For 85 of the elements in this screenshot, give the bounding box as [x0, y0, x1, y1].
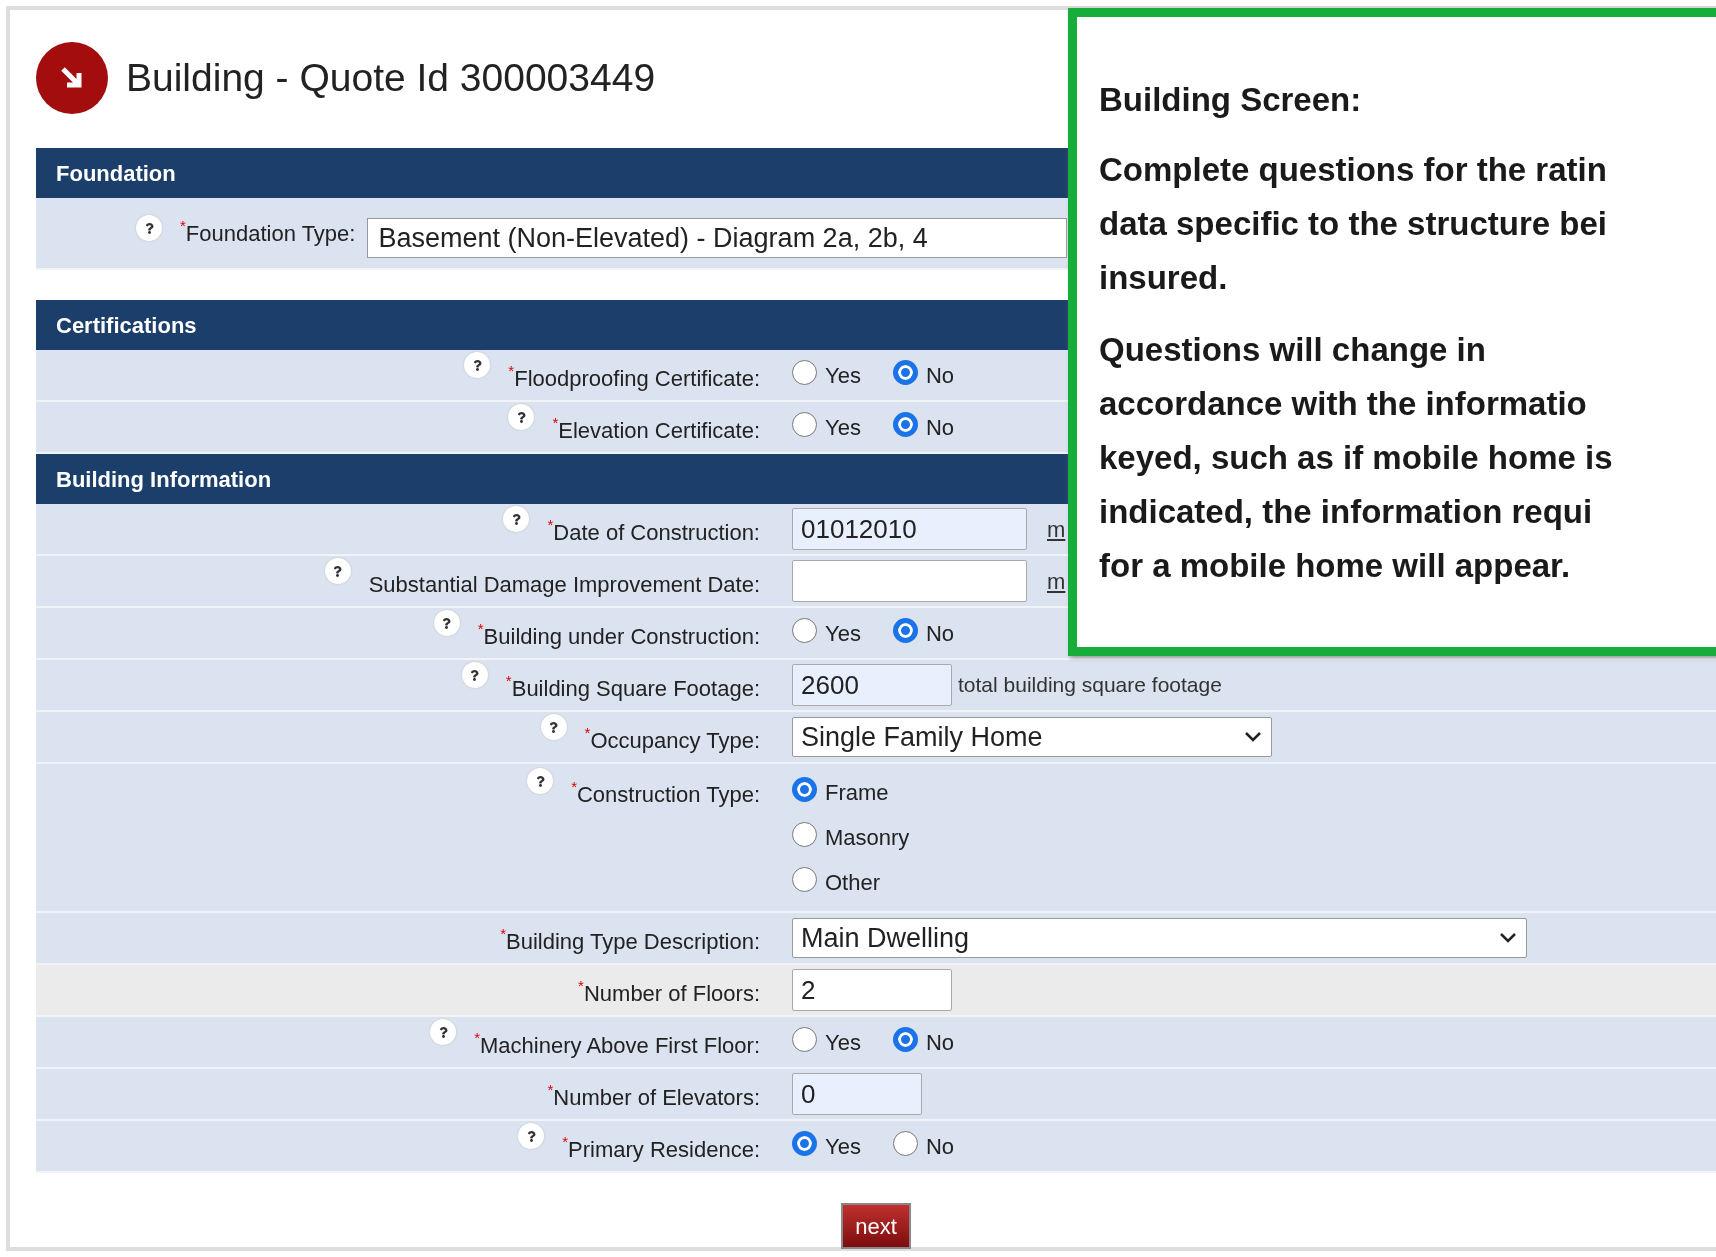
chevron-down-icon — [1243, 730, 1263, 744]
radio-button[interactable] — [892, 359, 918, 385]
field-label: Foundation Type: — [185, 219, 356, 248]
callout-heading: Building Screen: — [1099, 80, 1363, 120]
field-label: Substantial Damage Improvement Date: — [368, 571, 760, 599]
field-label: Date of Construction: — [553, 519, 760, 547]
dropdown[interactable]: Main Dwelling — [792, 918, 1527, 958]
required-mark: * — [562, 1133, 569, 1150]
radio-label: No — [925, 1028, 954, 1057]
text-field[interactable] — [792, 560, 1027, 602]
radio-label: Frame — [825, 779, 889, 807]
field-label: Building under Construction: — [483, 623, 760, 651]
help-icon[interactable] — [503, 506, 530, 532]
radio-button[interactable] — [792, 617, 817, 643]
required-mark: * — [584, 724, 591, 742]
next-button[interactable]: next — [841, 1203, 911, 1249]
page-title: Building - Quote Id 300003449 — [126, 54, 656, 101]
text-field[interactable]: 01012010 — [792, 508, 1027, 550]
field-label: Building Type Description: — [506, 928, 760, 956]
date-format-link[interactable]: m — [1047, 512, 1066, 546]
required-mark: * — [552, 414, 559, 431]
help-icon[interactable] — [430, 1019, 457, 1045]
radio-label: Yes — [825, 619, 861, 648]
radio-button[interactable] — [792, 1130, 817, 1156]
radio-button[interactable] — [892, 1130, 918, 1156]
help-icon[interactable] — [518, 1123, 545, 1149]
radio-button[interactable] — [792, 777, 817, 802]
required-mark: * — [505, 672, 512, 690]
field-label: Construction Type: — [576, 781, 760, 809]
required-mark: * — [477, 620, 484, 638]
field-label: Number of Floors: — [583, 980, 760, 1008]
field-note: total building square footage — [958, 672, 1222, 699]
radio-label: Other — [825, 869, 881, 897]
field-label: Primary Residence: — [568, 1136, 760, 1164]
help-icon[interactable] — [136, 215, 162, 241]
text-field[interactable]: 2600 — [792, 664, 952, 706]
radio-label: Yes — [825, 1028, 861, 1057]
help-icon[interactable] — [527, 768, 554, 794]
radio-label: No — [925, 413, 954, 442]
help-icon[interactable] — [324, 558, 351, 584]
required-mark: * — [500, 925, 507, 942]
help-icon[interactable] — [464, 352, 491, 378]
callout-text: Complete questions for the ratin — [1099, 149, 1608, 190]
radio-label: No — [925, 361, 954, 390]
radio-label: No — [925, 619, 954, 648]
dropdown[interactable]: Single Family Home — [792, 717, 1272, 757]
radio-label: Yes — [825, 413, 861, 442]
radio-button[interactable] — [892, 1026, 918, 1052]
required-mark: * — [547, 1081, 554, 1098]
required-mark: * — [474, 1029, 480, 1046]
radio-button[interactable] — [792, 411, 817, 437]
radio-button[interactable] — [792, 867, 817, 892]
field-label: Building Square Footage: — [511, 675, 760, 703]
callout-text: insured. — [1099, 257, 1229, 298]
date-format-link[interactable]: m — [1047, 564, 1066, 598]
required-mark: * — [578, 977, 584, 994]
radio-label: Yes — [825, 361, 861, 390]
help-icon[interactable] — [540, 714, 567, 740]
help-icon[interactable] — [508, 404, 535, 430]
field-label: Number of Elevators: — [553, 1084, 760, 1112]
radio-button[interactable] — [892, 411, 918, 437]
radio-button[interactable] — [792, 1026, 817, 1052]
radio-label: Yes — [825, 1132, 861, 1161]
help-icon[interactable] — [461, 662, 488, 688]
field-label: Floodproofing Certificate: — [514, 365, 760, 393]
required-mark: * — [547, 516, 554, 534]
radio-label: Masonry — [825, 824, 910, 852]
chevron-down-icon — [1498, 931, 1518, 945]
required-mark: * — [508, 362, 515, 379]
help-icon[interactable] — [433, 610, 460, 636]
radio-button[interactable] — [792, 359, 817, 385]
field-label: Elevation Certificate: — [558, 417, 760, 445]
radio-button[interactable] — [792, 822, 817, 847]
callout-text: data specific to the structure bei — [1099, 203, 1608, 244]
required-mark: * — [180, 216, 186, 234]
field-label: Machinery Above First Floor: — [480, 1032, 760, 1060]
text-field[interactable]: 2 — [792, 969, 952, 1011]
radio-button[interactable] — [892, 617, 918, 643]
dropdown[interactable]: Basement (Non-Elevated) - Diagram 2a, 2b, 4 — [367, 218, 1068, 258]
radio-label: No — [925, 1132, 954, 1161]
callout-text: accordance with the informatio — [1099, 383, 1588, 424]
callout-text: for a mobile home will appear. — [1099, 545, 1572, 586]
text-field[interactable]: 0 — [792, 1073, 922, 1115]
required-mark: * — [571, 778, 577, 795]
field-label: Occupancy Type: — [590, 727, 760, 755]
